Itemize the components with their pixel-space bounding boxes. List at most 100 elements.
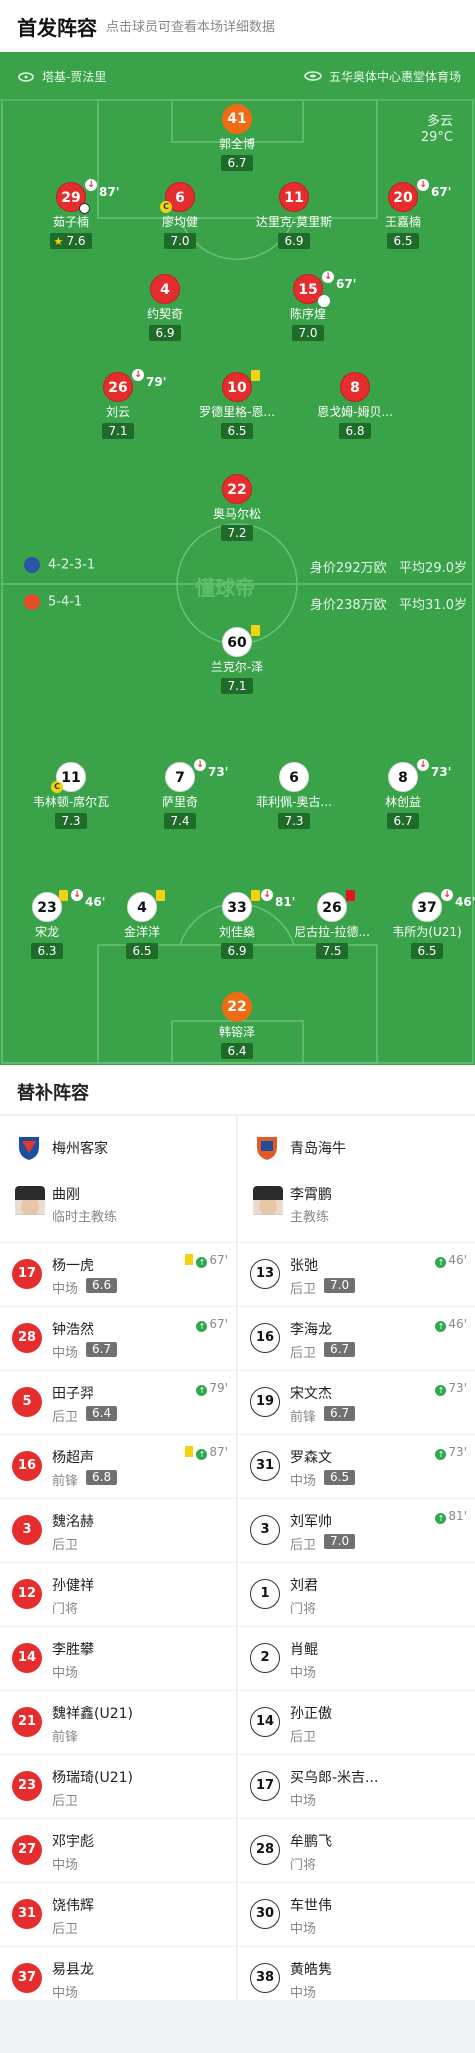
player-number: 7 ↓ 73': [165, 759, 228, 792]
away-player[interactable]: 6 菲利佩-奥古... 7.3: [234, 762, 354, 829]
pitch: 塔基-贾法里 五华奥体中心惠堂体育场 多云 29°C 41 郭全博 6.7 29…: [0, 52, 475, 1065]
player-number: 33 ↓ 81': [222, 889, 295, 922]
sub-in-time: 46': [448, 1317, 467, 1331]
sub-player-rating: 6.6: [86, 1278, 118, 1293]
sub-player-rating: 6.8: [86, 1470, 118, 1485]
home-player[interactable]: 20 ↓ 67' 王嘉楠 6.5: [343, 179, 463, 249]
sub-player-row[interactable]: 12 孙健祥 门将: [0, 1562, 236, 1626]
home-formation: 4-2-3-1: [48, 557, 96, 573]
sub-player-name: 孙健祥: [52, 1578, 94, 1594]
sub-player-number: 1: [250, 1579, 280, 1609]
sub-player-position: 中场: [290, 1666, 317, 1681]
sub-player-row[interactable]: 3 魏洺赫 后卫: [0, 1498, 236, 1562]
sub-player-row[interactable]: 31 罗森文 中场 6.5 ↑ 73': [238, 1434, 475, 1498]
player-rating: 7.0: [164, 233, 196, 249]
sub-player-name: 田子羿: [52, 1386, 94, 1402]
player-name: 韦所为(U21): [392, 925, 462, 939]
sub-player-row[interactable]: 17 杨一虎 中场 6.6 ↑ 67': [0, 1242, 236, 1306]
player-rating: 6.5: [221, 423, 253, 439]
home-team-header[interactable]: 梅州客家: [0, 1116, 236, 1178]
home-player[interactable]: 29 ↓ 87' 茹子楠 ★ 7.6: [11, 179, 131, 249]
home-player[interactable]: 15 ↓ 67' 陈序煌 7.0: [248, 271, 368, 341]
home-team-name: 梅州客家: [52, 1141, 108, 1157]
away-player[interactable]: 60 兰克尔-泽 7.1: [177, 625, 297, 694]
player-number: 10: [222, 370, 260, 402]
sub-player-row[interactable]: 28 牟鹏飞 门将: [238, 1818, 475, 1882]
captain-icon: C: [51, 781, 63, 793]
away-team-header[interactable]: 青岛海牛: [238, 1116, 475, 1178]
sub-player-row[interactable]: 1 刘君 门将: [238, 1562, 475, 1626]
away-player[interactable]: 11 C 韦林顿-席尔瓦 7.3: [11, 762, 131, 829]
away-coach[interactable]: 李霄鹏 主教练: [238, 1178, 475, 1242]
sub-player-row[interactable]: 5 田子羿 后卫 6.4 ↑ 79': [0, 1370, 236, 1434]
player-number: 8 ↓ 73': [388, 759, 451, 792]
coach-name: 曲刚: [52, 1187, 80, 1203]
sub-time: 73': [431, 765, 452, 779]
player-number: 41: [222, 104, 252, 134]
home-team-logo-icon: [19, 1137, 39, 1160]
away-player[interactable]: 37 ↓ 46' 韦所为(U21) 6.5: [367, 889, 475, 959]
sub-player-row[interactable]: 13 张弛 后卫 7.0 ↑ 46': [238, 1242, 475, 1306]
sub-player-number: 17: [250, 1771, 280, 1801]
sub-player-position: 后卫: [290, 1346, 317, 1361]
sub-player-row[interactable]: 31 饶伟辉 后卫: [0, 1882, 236, 1946]
player-number: 4: [127, 890, 165, 922]
sub-player-position: 门将: [290, 1858, 317, 1873]
sub-player-row[interactable]: 19 宋文杰 前锋 6.7 ↑ 73': [238, 1370, 475, 1434]
sub-in-info: ↑ 46': [435, 1317, 467, 1332]
sub-player-row[interactable]: 21 魏祥鑫(U21) 前锋: [0, 1690, 236, 1754]
sub-player-name: 肖鲲: [290, 1642, 318, 1658]
sub-player-rating: 6.4: [86, 1406, 118, 1421]
coach-avatar: [15, 1186, 45, 1224]
sub-player-name: 李胜攀: [52, 1642, 94, 1658]
sub-player-row[interactable]: 14 孙正傲 后卫: [238, 1690, 475, 1754]
away-player[interactable]: 8 ↓ 73' 林创益 6.7: [343, 759, 463, 829]
sub-player-position: 后卫: [290, 1538, 317, 1553]
sub-player-row[interactable]: 30 车世伟 中场: [238, 1882, 475, 1946]
away-player[interactable]: 7 ↓ 73' 萨里奇 7.4: [120, 759, 240, 829]
home-coach[interactable]: 曲刚 临时主教练: [0, 1178, 236, 1242]
sub-player-row[interactable]: 3 刘军帅 后卫 7.0 ↑ 81': [238, 1498, 475, 1562]
sub-in-info: ↑ 81': [435, 1509, 467, 1524]
player-name: 韩镕泽: [218, 1025, 255, 1039]
sub-player-row[interactable]: 27 邓宇彪 中场: [0, 1818, 236, 1882]
sub-time: 46': [455, 895, 475, 909]
home-player-gk[interactable]: 41 郭全博 6.7: [177, 104, 297, 171]
sub-player-rating: 7.0: [324, 1534, 356, 1549]
sub-player-name: 张弛: [290, 1258, 318, 1274]
sub-player-name: 牟鹏飞: [290, 1834, 332, 1850]
player-rating: 7.1: [221, 678, 253, 694]
away-team-badge-icon: [24, 594, 40, 610]
home-player[interactable]: 6C 廖均健 7.0: [120, 182, 240, 249]
home-player[interactable]: 11 达里克-莫里斯 6.9: [234, 182, 354, 249]
home-player[interactable]: 8 恩戈姆-姆贝... 6.8: [295, 372, 415, 439]
sub-player-row[interactable]: 23 杨瑞琦(U21) 后卫: [0, 1754, 236, 1818]
sub-player-position: 中场: [52, 1858, 79, 1873]
sub-player-row[interactable]: 17 买乌郎-米吉... 中场: [238, 1754, 475, 1818]
player-rating: 7.0: [292, 325, 324, 341]
player-rating: 6.8: [339, 423, 371, 439]
sub-player-number: 14: [250, 1707, 280, 1737]
sub-player-row[interactable]: 14 李胜攀 中场: [0, 1626, 236, 1690]
sub-player-row[interactable]: 16 杨超声 前锋 6.8 ↑ 87': [0, 1434, 236, 1498]
home-player[interactable]: 10 罗德里格-恩... 6.5: [177, 370, 297, 439]
sub-player-row[interactable]: 2 肖鲲 中场: [238, 1626, 475, 1690]
sub-player-number: 30: [250, 1899, 280, 1929]
sub-player-position: 后卫: [290, 1730, 317, 1745]
sub-player-row[interactable]: 16 李海龙 后卫 6.7 ↑ 46': [238, 1306, 475, 1370]
sub-out-icon: ↓: [322, 271, 334, 283]
home-player[interactable]: 22 奥马尔松 7.2: [177, 474, 297, 541]
home-player[interactable]: 26 ↓ 79' 刘云 7.1: [58, 369, 178, 439]
away-player-gk[interactable]: 22 韩镕泽 6.4: [177, 992, 297, 1059]
sub-player-row[interactable]: 28 钟浩然 中场 6.7 ↑ 67': [0, 1306, 236, 1370]
player-rating: 6.9: [278, 233, 310, 249]
injury-icon: [318, 295, 330, 307]
player-number: 4: [150, 274, 180, 304]
player-name: 恩戈姆-姆贝...: [317, 405, 393, 419]
sub-player-position: 中场: [290, 1922, 317, 1937]
player-number: 11 C: [51, 762, 86, 793]
home-player[interactable]: 4 约契奇 6.9: [105, 274, 225, 341]
sub-player-rating: 6.5: [324, 1470, 356, 1485]
sub-player-name: 杨一虎: [52, 1258, 94, 1274]
sub-player-position: 前锋: [52, 1730, 79, 1745]
